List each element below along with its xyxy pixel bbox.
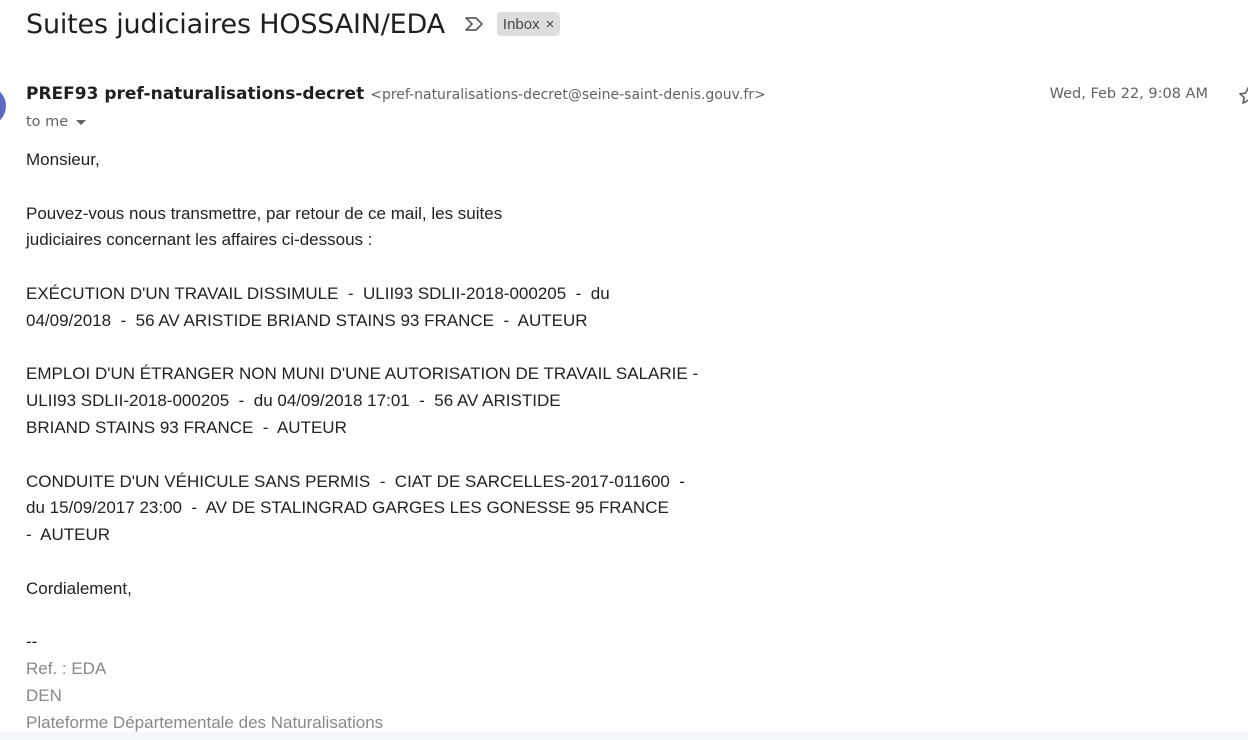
inbox-label-chip[interactable]: Inbox ×	[496, 12, 561, 36]
body-line: ULII93 SDLII-2018-000205 - du 04/09/2018…	[26, 391, 561, 411]
email-date: Wed, Feb 22, 9:08 AM	[1049, 86, 1208, 102]
recipient-details-toggle[interactable]: to me	[26, 112, 87, 132]
body-line: BRIAND STAINS 93 FRANCE - AUTEUR	[26, 417, 347, 437]
body-line	[26, 603, 926, 630]
sender-row: PREF93 pref-naturalisations-decret <pref…	[26, 84, 766, 106]
body-line	[26, 442, 926, 469]
body-line: - AUTEUR	[26, 525, 111, 545]
email-body: Monsieur, Pouvez-vous nous transmettre, …	[26, 147, 926, 737]
sender-avatar[interactable]	[0, 86, 6, 126]
chevron-down-icon[interactable]	[76, 119, 87, 125]
label-name: Inbox	[502, 15, 540, 33]
body-line: Cordialement,	[26, 578, 132, 598]
signature-line: Ref. : EDA	[26, 659, 107, 679]
sender-name[interactable]: PREF93 pref-naturalisations-decret	[26, 84, 364, 104]
body-line: du 15/09/2017 23:00 - AV DE STALINGRAD G…	[26, 498, 669, 518]
subject-row: Suites judiciaires HOSSAIN/EDA Inbox ×	[26, 4, 561, 44]
important-marker-icon[interactable]	[463, 15, 485, 33]
signature-separator: --	[26, 632, 38, 652]
recipient-text: to me	[26, 114, 69, 130]
body-line: CONDUITE D'UN VÉHICULE SANS PERMIS - CIA…	[26, 471, 685, 491]
sender-email: <pref-naturalisations-decret@seine-saint…	[370, 87, 766, 103]
remove-label-button[interactable]: ×	[546, 16, 555, 33]
email-subject: Suites judiciaires HOSSAIN/EDA	[26, 8, 445, 40]
body-line	[26, 254, 926, 281]
body-line: 04/09/2018 - 56 AV ARISTIDE BRIAND STAIN…	[26, 310, 588, 330]
body-line: Pouvez-vous nous transmettre, par retour…	[26, 203, 503, 223]
body-line: judiciaires concernant les affaires ci-d…	[26, 230, 373, 250]
bottom-divider	[0, 732, 1248, 740]
signature-line: DEN	[26, 685, 62, 705]
body-line	[26, 335, 926, 362]
body-line	[26, 549, 926, 576]
body-line: EMPLOI D'UN ÉTRANGER NON MUNI D'UNE AUTO…	[26, 364, 699, 384]
body-line	[26, 174, 926, 201]
email-view: Suites judiciaires HOSSAIN/EDA Inbox × P…	[0, 0, 1248, 740]
body-line: EXÉCUTION D'UN TRAVAIL DISSIMULE - ULII9…	[26, 283, 610, 303]
body-line: Monsieur,	[26, 150, 100, 169]
star-icon[interactable]	[1238, 86, 1248, 106]
